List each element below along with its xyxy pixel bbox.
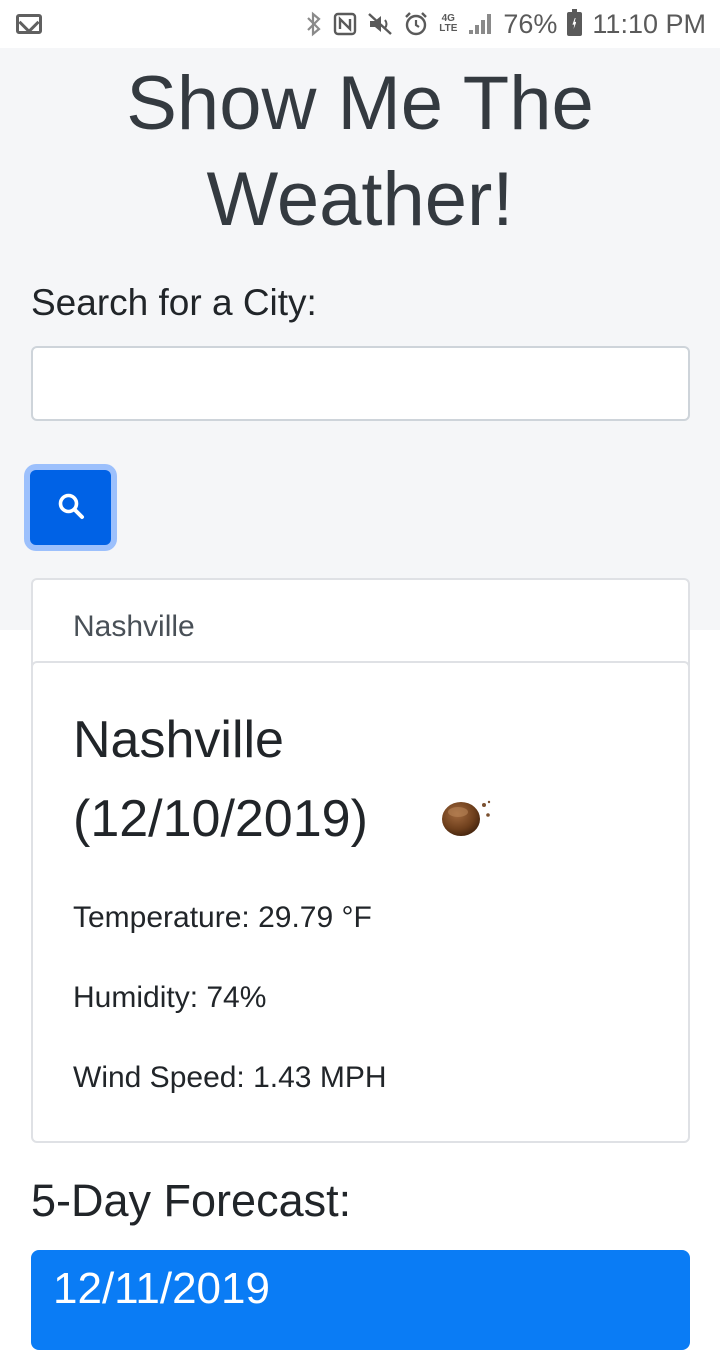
gmail-icon — [16, 14, 42, 34]
current-weather-card: Nashville (12/10/2019) Temperature: 29.7… — [31, 661, 690, 1143]
status-left — [16, 14, 42, 34]
search-section: Show Me The Weather! Search for a City: N… — [0, 48, 720, 676]
battery-percent: 76% — [503, 8, 558, 39]
status-bar: 4G LTE 76% 11:10 PM — [0, 0, 720, 48]
search-icon — [56, 491, 86, 524]
current-city: Nashville — [73, 711, 284, 769]
search-input[interactable] — [31, 346, 690, 421]
battery-icon — [567, 9, 583, 36]
forecast-card: 12/11/2019 — [31, 1250, 690, 1350]
search-button[interactable] — [30, 470, 111, 545]
clock: 11:10 PM — [592, 8, 706, 39]
nfc-icon — [333, 12, 357, 36]
current-date: (12/10/2019) — [73, 790, 368, 848]
search-label: Search for a City: — [31, 282, 317, 323]
temperature: Temperature: 29.79 °F — [73, 901, 372, 934]
mute-icon — [367, 12, 393, 36]
forecast-date: 12/11/2019 — [53, 1264, 270, 1313]
cloud-night-icon — [439, 797, 497, 839]
status-right: 4G LTE 76% 11:10 PM — [305, 9, 706, 40]
alarm-icon — [403, 11, 429, 37]
humidity: Humidity: 74% — [73, 981, 267, 1014]
page-title: Show Me The Weather! — [126, 61, 594, 242]
bluetooth-icon — [305, 11, 323, 37]
forecast-title: 5-Day Forecast: — [31, 1175, 352, 1226]
wind-speed: Wind Speed: 1.43 MPH — [73, 1061, 387, 1094]
signal-icon — [467, 12, 493, 36]
network-type: 4G LTE — [439, 13, 458, 34]
